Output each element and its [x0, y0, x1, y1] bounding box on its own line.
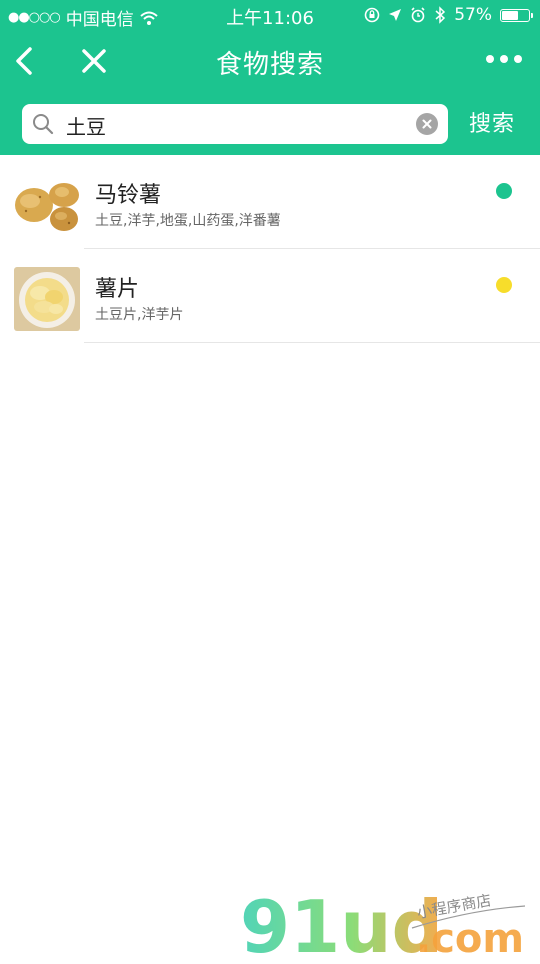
- item-name: 薯片: [95, 277, 140, 302]
- item-name: 马铃薯: [95, 183, 162, 208]
- rotation-lock-icon: [364, 7, 380, 23]
- divider: [84, 342, 540, 343]
- page-title: 食物搜索: [215, 50, 324, 80]
- search-button[interactable]: 搜索: [469, 106, 515, 138]
- list-item[interactable]: 薯片 土豆片,洋芋片: [0, 249, 540, 343]
- status-dot: [496, 277, 512, 293]
- watermark-logo: 91ud .com 小程序商店: [240, 880, 540, 964]
- potato-image: [14, 173, 80, 237]
- status-bar: ●●○○○ 中国电信 上午11:06 57%: [0, 0, 540, 30]
- list-item[interactable]: 马铃薯 土豆,洋芋,地蛋,山药蛋,洋番薯: [0, 155, 540, 249]
- status-dot: [496, 183, 512, 199]
- bluetooth-icon: [435, 6, 446, 24]
- search-input[interactable]: [64, 108, 398, 142]
- alarm-icon: [411, 7, 425, 23]
- battery-percent: 57%: [454, 5, 492, 25]
- clear-search-icon[interactable]: [416, 113, 438, 135]
- search-bar: 搜索: [0, 92, 540, 155]
- search-box[interactable]: [22, 104, 448, 144]
- search-icon: [33, 114, 54, 135]
- more-menu-icon[interactable]: [486, 55, 522, 63]
- svg-text:91ud: 91ud: [240, 885, 443, 960]
- result-list: 马铃薯 土豆,洋芋,地蛋,山药蛋,洋番薯 薯片 土豆片,洋芋片: [0, 155, 540, 343]
- navigation-bar: 食物搜索: [0, 30, 540, 92]
- location-icon: [389, 9, 402, 21]
- item-aliases: 土豆片,洋芋片: [95, 307, 184, 323]
- battery-icon: [500, 8, 533, 22]
- potato-chips-image: [14, 267, 80, 331]
- item-aliases: 土豆,洋芋,地蛋,山药蛋,洋番薯: [95, 213, 281, 229]
